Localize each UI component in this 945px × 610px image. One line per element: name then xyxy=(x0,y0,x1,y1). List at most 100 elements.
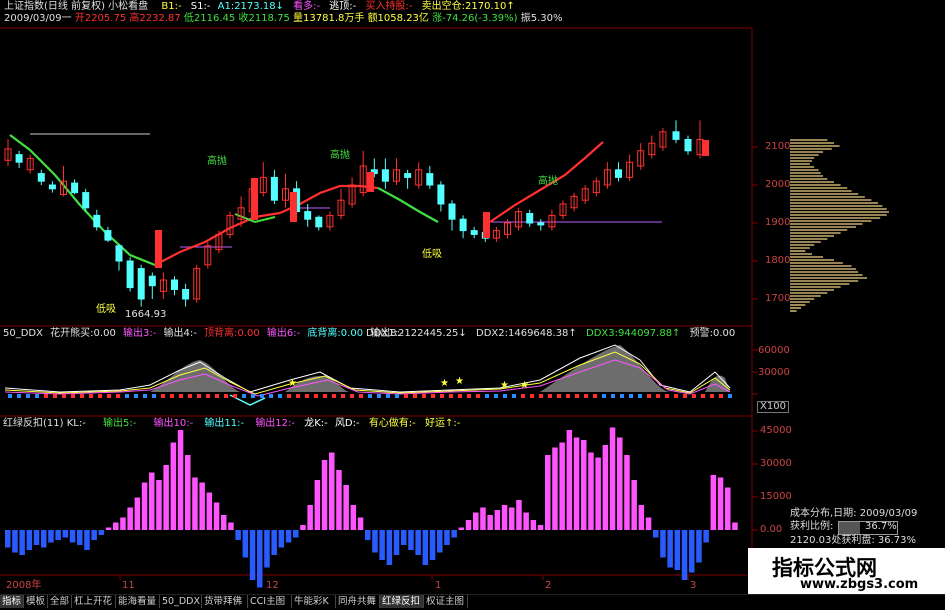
hist-bar xyxy=(26,530,33,550)
ddx-dot xyxy=(296,394,300,398)
hist-bar xyxy=(451,530,457,538)
candle-body xyxy=(470,230,478,235)
hist-bar xyxy=(681,530,688,580)
ddx-dot xyxy=(80,394,84,398)
strong-candle xyxy=(290,192,297,222)
ddx-dot xyxy=(251,394,255,398)
ddx-dot xyxy=(269,394,273,398)
chip-distribution xyxy=(790,139,889,312)
hist-bar xyxy=(624,455,630,530)
tab-template[interactable]: 模板 xyxy=(24,595,48,608)
ddx-dot xyxy=(638,394,642,398)
hist-bar xyxy=(163,465,169,530)
candlestick-series xyxy=(4,120,709,307)
hist-bar xyxy=(465,520,472,530)
header-item: 买入持股:- xyxy=(365,1,413,12)
hist-bar xyxy=(271,530,277,555)
ddx3-value: DDX3:944097.88↑ xyxy=(586,328,681,339)
tab-hdbf[interactable]: 货带拜佛 xyxy=(202,595,248,608)
tab-cci[interactable]: CCI主图 xyxy=(248,595,292,608)
candle-body xyxy=(526,213,534,224)
profit-ratio-label: 获利比例: xyxy=(790,521,834,532)
hist-bar xyxy=(321,460,328,530)
tab-all[interactable]: 全部 xyxy=(48,595,72,608)
tab-nnck[interactable]: 牛能彩K xyxy=(292,595,336,608)
ddx-value: 输出3:- xyxy=(123,328,157,339)
ddx-dot xyxy=(260,394,264,398)
ddx-star: ★ xyxy=(440,378,449,389)
ddx-header: 50_DDX 花开熊买:0.00 输出3:- 输出4:- 顶背离:0.00 输出… xyxy=(3,328,404,340)
ddx-dot xyxy=(440,394,444,398)
hist-bar xyxy=(429,530,436,560)
hist-bar xyxy=(372,530,378,553)
ddx-dot xyxy=(107,394,111,398)
ddx-dot xyxy=(377,394,381,398)
ddx-dot xyxy=(611,394,615,398)
hist-bar xyxy=(19,530,25,555)
ddx-dot xyxy=(350,394,354,398)
hist-bar xyxy=(350,505,357,530)
signal-high-sell: 高抛 xyxy=(207,156,227,167)
quote-change: 涨-74.26(-3.39%) xyxy=(432,13,518,24)
hist-bar xyxy=(559,442,565,530)
ddx-dot xyxy=(188,394,192,398)
ddx-value: 输出6:- xyxy=(266,328,301,339)
hist-bar xyxy=(12,530,18,553)
ddx-dot xyxy=(125,394,129,398)
ddx-dot xyxy=(206,394,210,398)
chip-panel-title: 成本分布,日期: 2009/03/09 xyxy=(790,508,918,519)
header-line-1: 上证指数(日线 前复权) 小松看盘 B1:- S1:- A1:2173.18↓ … xyxy=(4,1,515,13)
candle-body xyxy=(182,289,190,300)
candle-body xyxy=(615,169,622,178)
hist-bar xyxy=(357,517,364,530)
price-axis-label: 1900 xyxy=(765,217,791,228)
tab-50ddx[interactable]: 50_DDX xyxy=(160,595,202,608)
tab-tzgw[interactable]: 同舟共舞 xyxy=(336,595,380,608)
time-axis-label: 11 xyxy=(122,580,135,591)
hist-bar xyxy=(581,440,587,530)
ddx-dot xyxy=(485,394,489,398)
ddx-value: 底背离:0.00 xyxy=(307,328,364,339)
hist-bar xyxy=(177,430,184,530)
candle-body xyxy=(684,138,692,152)
tab-gsk[interactable]: 杠上开花 xyxy=(72,595,116,608)
red-green-histogram xyxy=(5,427,738,588)
hist-bar xyxy=(307,505,313,530)
strong-candle xyxy=(702,140,709,156)
ddx-dot xyxy=(494,394,498,398)
ddx-dot xyxy=(602,394,606,398)
hist-bar xyxy=(444,530,450,545)
ddx-star: ★ xyxy=(288,378,297,389)
hist-bar xyxy=(437,530,443,553)
tab-qzzt[interactable]: 权证主图 xyxy=(424,595,468,608)
ddx-dot xyxy=(728,394,732,398)
hist-bar xyxy=(501,505,508,530)
ddx-dot xyxy=(197,394,201,398)
strong-candle xyxy=(251,178,258,220)
hist-bar xyxy=(336,470,342,530)
signal-low-buy: 低吸 xyxy=(96,304,116,315)
ddx-star: ★ xyxy=(520,380,529,391)
tab-indicator[interactable]: 指标 xyxy=(0,595,24,608)
ddx-dot xyxy=(98,394,102,398)
strong-candle xyxy=(367,172,374,192)
ddx-dot xyxy=(233,394,237,398)
tab-nhkl[interactable]: 能海看量 xyxy=(116,595,160,608)
hist-bar xyxy=(422,530,429,565)
hist-bar xyxy=(674,530,681,570)
ddx-dot xyxy=(170,394,174,398)
hist-bar xyxy=(595,457,601,530)
hist-value: 有心做有:- xyxy=(368,418,416,429)
signal-high-sell: 高抛 xyxy=(330,150,350,161)
hist-bar xyxy=(127,507,133,530)
hist-bar xyxy=(134,497,141,530)
candle-body xyxy=(448,203,456,220)
hist-bar xyxy=(314,480,321,530)
hist-bar xyxy=(55,530,61,540)
hist-bar xyxy=(401,530,407,545)
ddx-dot xyxy=(701,394,705,398)
hist-bar xyxy=(185,455,191,530)
tab-hlfk[interactable]: 红绿反扣 xyxy=(380,595,424,608)
candle-body xyxy=(71,182,79,194)
ddx-dot xyxy=(152,394,156,398)
